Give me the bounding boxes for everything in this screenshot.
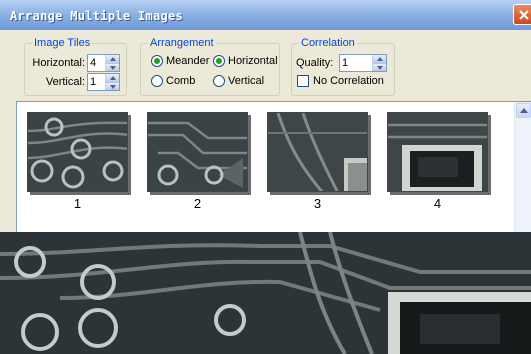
vertical-spin-up-button[interactable]	[105, 74, 119, 83]
vertical-option-label: Vertical	[228, 75, 265, 87]
spin-up-icon	[110, 57, 116, 61]
quality-label: Quality:	[296, 57, 334, 69]
thumbnail-1[interactable]	[27, 112, 128, 192]
arrangement-group: Arrangement Meander Horizontal Comb Vert…	[140, 37, 280, 96]
thumbnail-3[interactable]	[267, 112, 368, 192]
arrangement-legend: Arrangement	[148, 37, 216, 49]
arrange-multiple-images-dialog: Arrange Multiple Images Image Tiles Hori…	[0, 0, 531, 232]
quality-spinner[interactable]: 1	[339, 54, 387, 72]
thumbnail-1-number: 1	[73, 196, 82, 211]
spin-down-icon	[110, 65, 116, 70]
vertical-value[interactable]: 1	[90, 76, 96, 88]
no-correlation-box[interactable]	[297, 75, 309, 87]
comb-radio[interactable]: Comb	[151, 75, 195, 87]
micrograph-image-1	[28, 113, 127, 191]
spin-up-icon	[110, 76, 116, 80]
meander-radio-indicator[interactable]	[151, 55, 163, 67]
horizontal-label: Horizontal:	[32, 57, 85, 69]
thumbnail-2[interactable]	[147, 112, 248, 192]
window-title: Arrange Multiple Images	[10, 9, 184, 23]
vertical-spin-down-button[interactable]	[105, 82, 119, 90]
vertical-spinner[interactable]: 1	[87, 73, 120, 91]
meander-label: Meander	[166, 55, 210, 67]
horizontal-option-label: Horizontal	[228, 55, 278, 67]
quality-spin-down-button[interactable]	[372, 63, 386, 71]
correlation-legend: Correlation	[299, 37, 357, 49]
vertical-radio-indicator[interactable]	[213, 75, 225, 87]
vertical-label: Vertical:	[45, 76, 85, 88]
quality-spin-up-button[interactable]	[372, 55, 386, 64]
horizontal-spinner[interactable]: 4	[87, 54, 120, 72]
image-tiles-legend: Image Tiles	[32, 37, 93, 49]
micrograph-image-4	[388, 113, 487, 191]
horizontal-spin-down-button[interactable]	[105, 63, 119, 71]
spin-up-icon	[377, 57, 383, 61]
horizontal-value[interactable]: 4	[90, 57, 96, 69]
thumbnail-4-number: 4	[433, 196, 442, 211]
micrograph-mosaic	[0, 232, 531, 354]
micrograph-image-3	[268, 113, 367, 191]
close-button[interactable]	[513, 4, 531, 25]
title-bar[interactable]: Arrange Multiple Images	[0, 0, 531, 30]
vertical-radio[interactable]: Vertical	[213, 75, 264, 87]
vertical-scrollbar[interactable]	[514, 102, 531, 232]
close-icon	[519, 10, 529, 20]
no-correlation-checkbox[interactable]: No Correlation	[297, 75, 384, 87]
thumbnail-2-number: 2	[193, 196, 202, 211]
correlation-group: Correlation Quality: 1 No Correlation	[291, 37, 395, 96]
micrograph-image-2	[148, 113, 247, 191]
comb-label: Comb	[166, 75, 196, 87]
stitched-micrograph-image	[0, 232, 531, 354]
horizontal-radio-indicator[interactable]	[213, 55, 225, 67]
thumbnail-4[interactable]	[387, 112, 488, 192]
meander-radio[interactable]: Meander	[151, 55, 209, 67]
quality-value[interactable]: 1	[342, 57, 348, 69]
horizontal-spin-up-button[interactable]	[105, 55, 119, 64]
thumbnail-preview-panel: 1 2 3 4	[16, 101, 531, 232]
no-correlation-label: No Correlation	[313, 75, 384, 87]
spin-down-icon	[110, 84, 116, 89]
image-tiles-group: Image Tiles Horizontal: 4 Vertical: 1	[24, 37, 127, 96]
scroll-up-button[interactable]	[516, 103, 531, 118]
comb-radio-indicator[interactable]	[151, 75, 163, 87]
horizontal-radio[interactable]: Horizontal	[213, 55, 278, 67]
thumbnail-3-number: 3	[313, 196, 322, 211]
scroll-up-icon	[520, 108, 528, 113]
spin-down-icon	[377, 65, 383, 70]
